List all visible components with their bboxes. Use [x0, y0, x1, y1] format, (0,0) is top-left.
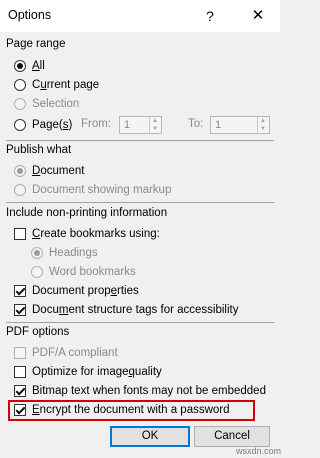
close-icon[interactable]: ✕ [244, 3, 272, 29]
to-spinner[interactable]: 1 ▲ ▼ [210, 116, 270, 134]
spin-up-icon[interactable]: ▲ [152, 118, 158, 124]
checkbox-indicator[interactable] [14, 347, 26, 359]
create-bookmarks-checkbox[interactable]: Create bookmarks using: [14, 225, 160, 243]
spinner-arrows[interactable]: ▲ ▼ [149, 117, 161, 133]
radio-indicator[interactable] [14, 98, 26, 110]
radio-indicator[interactable] [31, 266, 43, 278]
bitmap-text-checkbox[interactable]: Bitmap text when fonts may not be embedd… [14, 382, 266, 400]
window-title: Options [8, 8, 52, 22]
document-properties-checkbox[interactable]: Document prop e rties [14, 282, 139, 300]
current-page-radio[interactable]: Cu rrent page [14, 76, 99, 94]
spin-down-icon[interactable]: ▼ [260, 126, 266, 132]
checkbox-indicator[interactable] [14, 285, 26, 297]
help-icon[interactable]: ? [196, 3, 224, 29]
to-label: To: [188, 118, 204, 130]
spin-down-icon[interactable]: ▼ [152, 126, 158, 132]
spinner-arrows[interactable]: ▲ ▼ [257, 117, 269, 133]
checkbox-indicator[interactable] [14, 385, 26, 397]
document-radio[interactable]: Document [14, 162, 84, 180]
non-printing-header: Include non-printing information [6, 207, 168, 219]
divider [6, 322, 274, 323]
ok-button[interactable]: OK [110, 426, 190, 447]
radio-indicator[interactable] [14, 79, 26, 91]
radio-indicator[interactable] [14, 165, 26, 177]
from-label: From: [81, 118, 112, 130]
document-markup-radio[interactable]: Document showing markup [14, 181, 171, 199]
cancel-button[interactable]: Cancel [194, 426, 270, 447]
publish-what-header: Publish what [6, 144, 72, 156]
headings-radio[interactable]: Headings [31, 244, 98, 262]
title-bar: Options ? ✕ [0, 0, 280, 32]
watermark: wsxdn.com [236, 446, 282, 456]
word-bookmarks-radio[interactable]: Word bookmarks [31, 263, 136, 281]
all-radio[interactable]: All [14, 57, 45, 75]
page-range-header: Page range [6, 38, 66, 50]
radio-indicator[interactable] [14, 60, 26, 72]
structure-tags-checkbox[interactable]: Docu m ent structure tags for accessibilit… [14, 301, 238, 319]
pages-radio[interactable]: Page(s) [14, 116, 72, 134]
divider [6, 140, 274, 141]
checkbox-indicator[interactable] [14, 304, 26, 316]
spin-up-icon[interactable]: ▲ [260, 118, 266, 124]
pdf-options-header: PDF options [6, 326, 70, 338]
from-spinner[interactable]: 1 ▲ ▼ [119, 116, 162, 134]
highlight-box [8, 400, 255, 421]
radio-indicator[interactable] [31, 247, 43, 259]
optimize-quality-checkbox[interactable]: Optimize for image q uality [14, 363, 162, 381]
radio-indicator[interactable] [14, 184, 26, 196]
radio-indicator[interactable] [14, 119, 26, 131]
pdfa-checkbox[interactable]: PDF/A compliant [14, 344, 118, 362]
divider [6, 202, 274, 203]
selection-radio[interactable]: Selection [14, 95, 79, 113]
checkbox-indicator[interactable] [14, 366, 26, 378]
checkbox-indicator[interactable] [14, 228, 26, 240]
